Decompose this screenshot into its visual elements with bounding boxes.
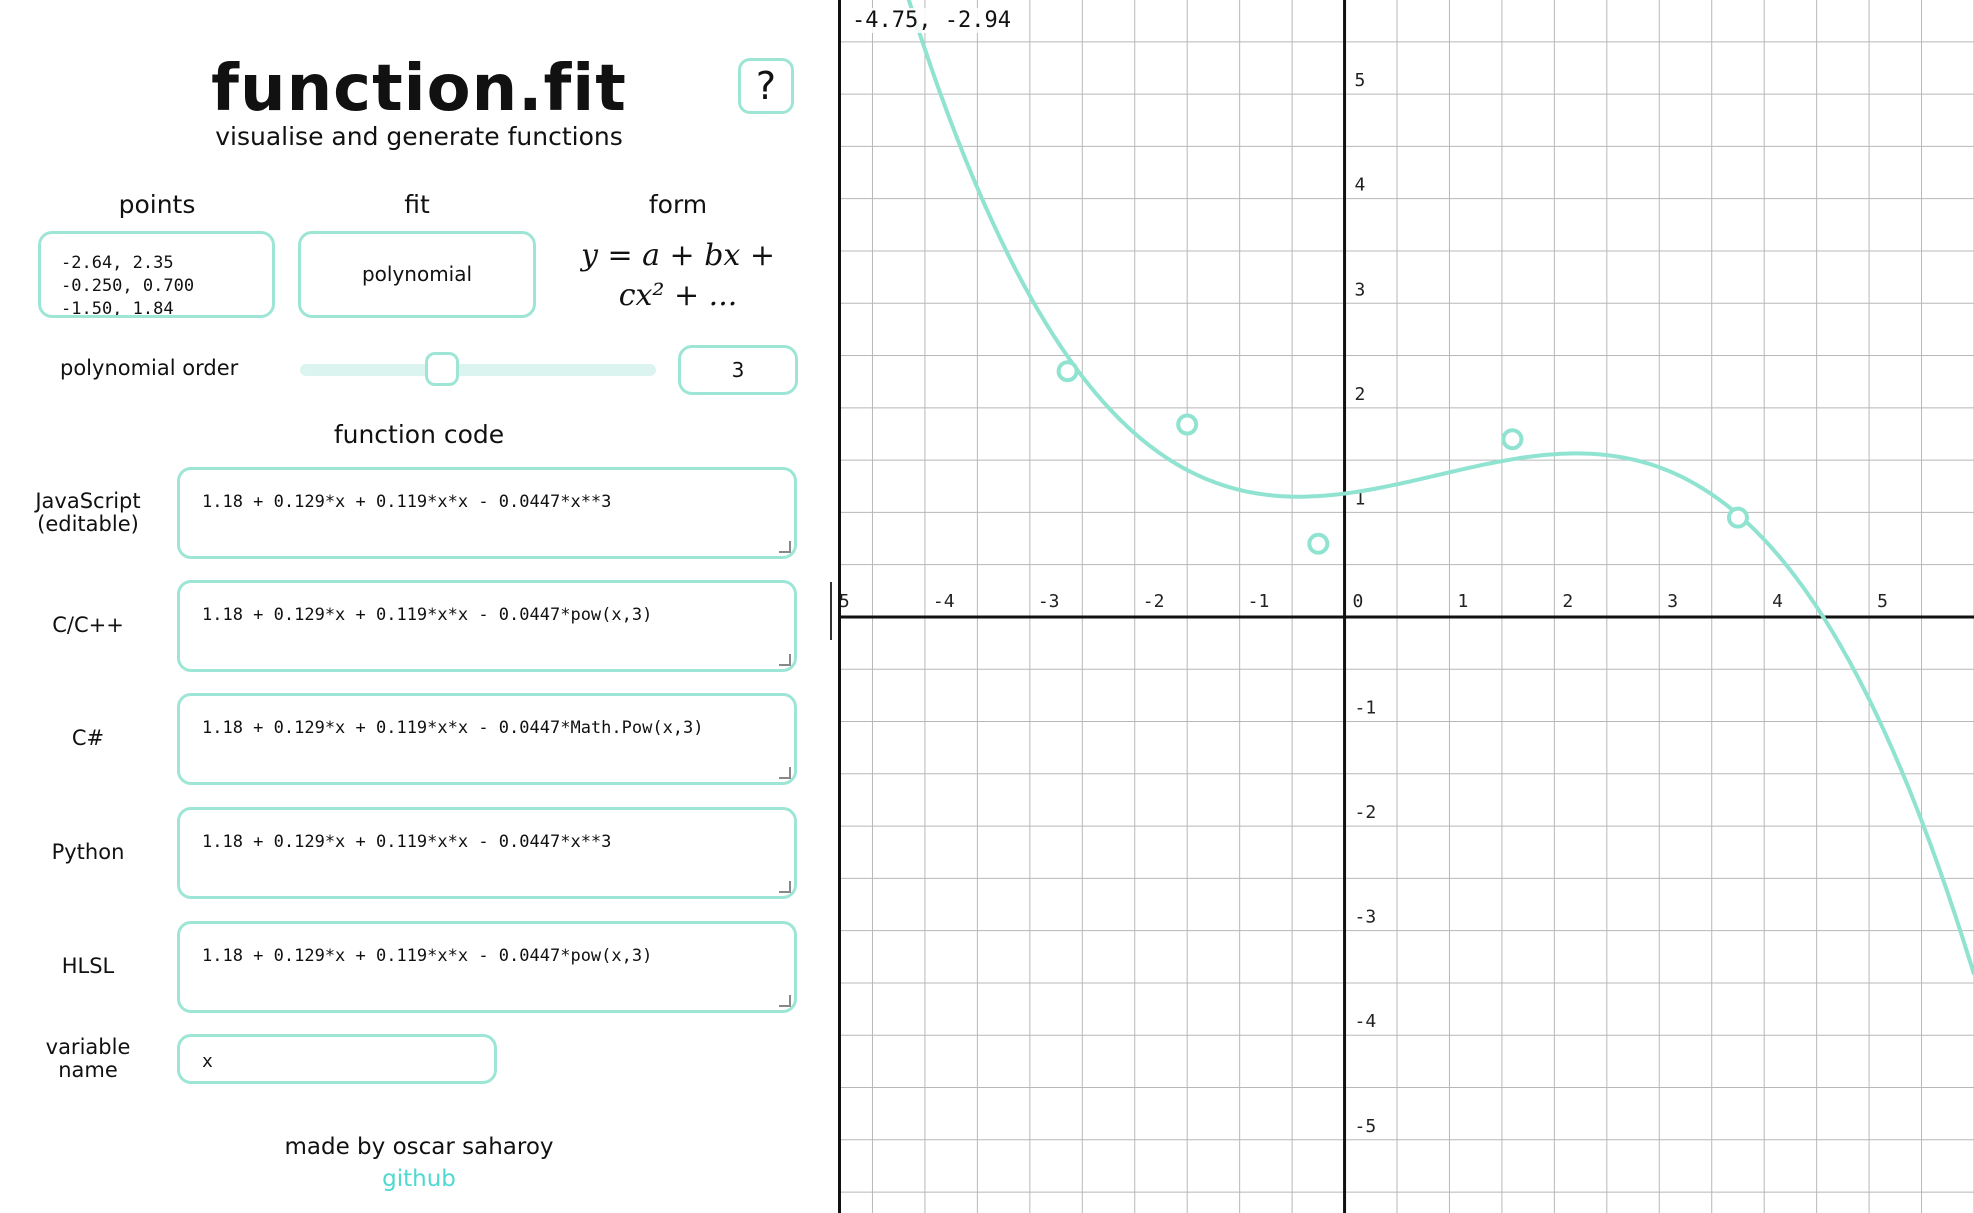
polynomial-order-label: polynomial order xyxy=(60,356,239,380)
x-tick-label: -3 xyxy=(1038,591,1060,612)
resize-handle[interactable] xyxy=(779,995,791,1007)
polynomial-order-slider-thumb[interactable] xyxy=(425,352,460,386)
x-tick-label: -4 xyxy=(933,591,955,612)
resize-handle[interactable] xyxy=(779,881,791,893)
fit-select[interactable]: polynomial xyxy=(298,231,536,318)
y-tick-label: 3 xyxy=(1355,279,1366,300)
x-tick-labels: -5 -4 -3 -2 -1 0 1 2 3 4 5 xyxy=(841,591,1888,612)
credit-text: made by oscar saharoy xyxy=(284,1134,554,1160)
code-hlsl[interactable]: 1.18 + 0.129*x + 0.119*x*x - 0.0447*pow(… xyxy=(177,921,797,1013)
code-javascript[interactable]: 1.18 + 0.129*x + 0.119*x*x - 0.0447*x**3 xyxy=(177,467,797,559)
resize-handle[interactable] xyxy=(779,654,791,666)
y-tick-label: -5 xyxy=(1355,1116,1377,1137)
function-code-heading: function code xyxy=(333,420,505,449)
code-python[interactable]: 1.18 + 0.129*x + 0.119*x*x - 0.0447*x**3 xyxy=(177,807,797,899)
app-subtitle: visualise and generate functions xyxy=(215,122,623,151)
variable-name-label: variable name xyxy=(45,1035,131,1082)
data-point[interactable] xyxy=(1176,413,1199,436)
control-panel: function.fit visualise and generate func… xyxy=(0,0,838,1213)
form-formula-line2: cx² + ... xyxy=(618,278,738,313)
code-csharp-text: 1.18 + 0.129*x + 0.119*x*x - 0.0447*Math… xyxy=(202,718,704,738)
data-point[interactable] xyxy=(1501,428,1524,451)
data-points xyxy=(1056,360,1749,555)
code-cpp-text: 1.18 + 0.129*x + 0.119*x*x - 0.0447*pow(… xyxy=(202,605,653,625)
form-label: form xyxy=(648,190,708,219)
resize-handle[interactable] xyxy=(779,541,791,553)
fit-label: fit xyxy=(404,190,430,219)
x-tick-label: 0 xyxy=(1353,591,1364,612)
x-tick-label: -1 xyxy=(1248,591,1270,612)
variable-name-input[interactable]: x xyxy=(177,1034,497,1084)
code-javascript-text: 1.18 + 0.129*x + 0.119*x*x - 0.0447*x**3 xyxy=(202,492,612,512)
language-label-hlsl: HLSL xyxy=(61,954,115,978)
help-button[interactable]: ? xyxy=(738,58,794,114)
code-cpp[interactable]: 1.18 + 0.129*x + 0.119*x*x - 0.0447*pow(… xyxy=(177,580,797,672)
x-tick-label: -2 xyxy=(1143,591,1165,612)
code-hlsl-text: 1.18 + 0.129*x + 0.119*x*x - 0.0447*pow(… xyxy=(202,946,653,966)
y-tick-label: -2 xyxy=(1355,802,1377,823)
x-tick-label: 1 xyxy=(1457,591,1468,612)
app-title: function.fit xyxy=(211,52,627,126)
language-label-cpp: C/C++ xyxy=(52,613,124,637)
grid-lines xyxy=(841,0,1974,1213)
points-label: points xyxy=(118,190,196,219)
data-point[interactable] xyxy=(1726,506,1749,529)
y-tick-label: -3 xyxy=(1355,907,1377,928)
y-tick-label: -1 xyxy=(1355,698,1377,719)
language-label-javascript: JavaScript (editable) xyxy=(35,489,141,536)
polynomial-order-slider[interactable] xyxy=(300,364,656,376)
graph-canvas[interactable]: -5 -4 -3 -2 -1 0 1 2 3 4 5 5 4 3 2 1 -1 -2 -3 -4 -5 xyxy=(841,0,1974,1213)
github-link[interactable]: github xyxy=(0,1166,838,1192)
x-tick-label: 3 xyxy=(1667,591,1678,612)
data-point[interactable] xyxy=(1056,360,1079,383)
resize-handle[interactable] xyxy=(779,767,791,779)
form-formula-line1: y = a + bx + xyxy=(580,238,776,273)
x-tick-label: 2 xyxy=(1562,591,1573,612)
language-label-csharp: C# xyxy=(71,726,105,750)
x-tick-label: 5 xyxy=(1877,591,1888,612)
x-tick-label: 4 xyxy=(1772,591,1783,612)
y-tick-label: 2 xyxy=(1355,384,1366,405)
data-point[interactable] xyxy=(1307,532,1330,555)
form-formula: y = a + bx + cx² + ... xyxy=(572,236,784,316)
language-label-python: Python xyxy=(51,840,125,864)
x-tick-label: -5 xyxy=(841,591,850,612)
cursor-coordinates: -4.75, -2.94 xyxy=(852,8,1011,33)
panel-resize-handle[interactable] xyxy=(830,582,832,640)
code-python-text: 1.18 + 0.129*x + 0.119*x*x - 0.0447*x**3 xyxy=(202,832,612,852)
points-textarea[interactable]: -2.64, 2.35 -0.250, 0.700 -1.50, 1.84 xyxy=(38,231,275,318)
axes xyxy=(841,0,1974,1213)
y-tick-label: 4 xyxy=(1355,175,1366,196)
polynomial-order-input[interactable]: 3 xyxy=(678,345,798,395)
code-csharp[interactable]: 1.18 + 0.129*x + 0.119*x*x - 0.0447*Math… xyxy=(177,693,797,785)
y-tick-label: -4 xyxy=(1355,1011,1377,1032)
y-tick-label: 5 xyxy=(1355,70,1366,91)
